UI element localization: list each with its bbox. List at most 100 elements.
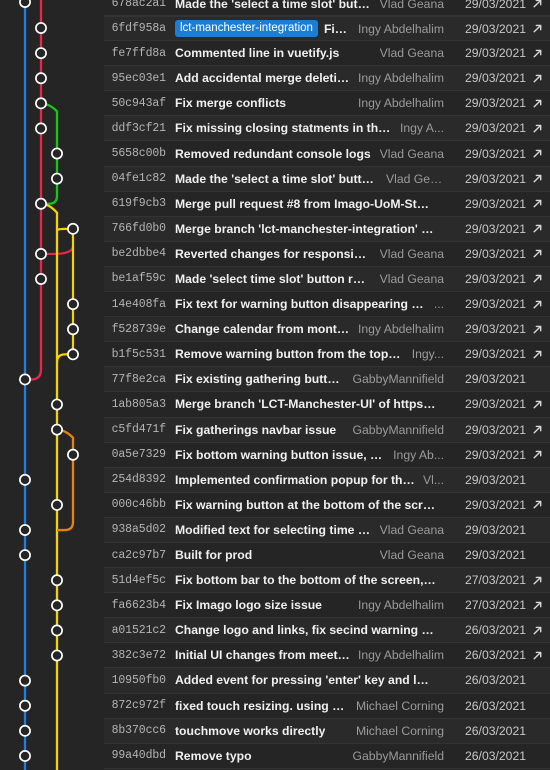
commit-hash: 14e408fa: [111, 297, 167, 311]
commit-row[interactable]: 0a5e7329 Fix bottom warning button issue,…: [0, 442, 550, 468]
commit-row[interactable]: 50c943af Fix merge conflicts Ingy Abdelhal…: [0, 91, 550, 117]
external-link-icon[interactable]: [530, 198, 544, 209]
commit-author: GabbyMannifield: [352, 372, 444, 387]
commit-date: 29/03/2021: [465, 246, 526, 261]
commit-message-wrap: Change logo and links, fix secind warnin…: [175, 623, 436, 637]
commit-message: Fix existing gathering button text: [175, 372, 345, 387]
commit-author: Ingy Abdelhalim: [357, 648, 444, 663]
commit-message: Change calendar from month to day: [175, 322, 350, 337]
commit-hash: 872c972f: [111, 699, 167, 713]
external-link-icon[interactable]: [530, 650, 544, 661]
commit-row[interactable]: 382c3e72 Initial UI changes from meeting I…: [0, 643, 550, 669]
commit-hash: fe7ffd8a: [111, 46, 167, 60]
commit-date: 29/03/2021: [465, 271, 526, 286]
external-link-icon[interactable]: [530, 148, 544, 159]
commit-message: Fix warning button at the bottom of the …: [175, 497, 436, 512]
commit-row[interactable]: 678ac2a1 Made the 'select a time slot' bu…: [0, 0, 550, 16]
commit-message: Fix gatherings navbar issue: [175, 422, 337, 437]
commit-message-wrap: Merge pull request #8 from Imago-UoM-Stu…: [175, 197, 436, 211]
external-link-icon[interactable]: [530, 98, 544, 109]
commit-row[interactable]: a01521c2 Change logo and links, fix secin…: [0, 618, 550, 644]
external-link-icon[interactable]: [530, 399, 544, 410]
external-link-icon[interactable]: [530, 499, 544, 510]
commit-row[interactable]: 872c972f fixed touch resizing. using paid…: [0, 693, 550, 719]
commit-message: Fix missing closing statments in the roo…: [175, 121, 392, 136]
external-link-icon[interactable]: [530, 223, 544, 234]
external-link-icon[interactable]: [530, 424, 544, 435]
commit-row[interactable]: ddf3cf21 Fix missing closing statments in…: [0, 116, 550, 142]
commit-author: Vlad Geana: [379, 271, 444, 286]
external-link-icon[interactable]: [530, 0, 544, 9]
commit-row[interactable]: 5658c00b Removed redundant console logs Vl…: [0, 141, 550, 167]
commit-row[interactable]: f528739e Change calendar from month to da…: [0, 317, 550, 343]
commit-hash: 04fe1c82: [111, 172, 167, 186]
commit-message-wrap: Remove warning button from the top of th…: [175, 347, 404, 361]
external-link-icon[interactable]: [530, 173, 544, 184]
external-link-icon[interactable]: [530, 349, 544, 360]
commit-date: 26/03/2021: [465, 748, 526, 763]
commit-author: Vlad Geana: [379, 522, 444, 537]
commit-message: Added event for pressing 'enter' key and…: [175, 673, 436, 688]
external-link-icon[interactable]: [530, 449, 544, 460]
external-link-icon[interactable]: [530, 73, 544, 84]
commit-row[interactable]: 99a40dbd Remove typo GabbyMannifield 26/03/…: [0, 743, 550, 769]
external-link-icon[interactable]: [530, 123, 544, 134]
commit-list[interactable]: 6fdf958a lct-manchester-integration Fix me…: [0, 16, 550, 769]
commit-row[interactable]: fa6623b4 Fix Imago logo size issue Ingy Ab…: [0, 593, 550, 619]
commit-row[interactable]: 10950fb0 Added event for pressing 'enter'…: [0, 668, 550, 694]
commit-hash: be2dbbe4: [111, 247, 167, 261]
commit-message: fixed touch resizing. using paid redisGr…: [175, 698, 348, 713]
commit-date: 29/03/2021: [465, 121, 526, 136]
commit-date: 29/03/2021: [465, 347, 526, 362]
commit-row[interactable]: 8b370cc6 touchmove works directly Michael …: [0, 718, 550, 744]
commit-row[interactable]: 77f8e2ca Fix existing gathering button te…: [0, 367, 550, 393]
commit-row[interactable]: 04fe1c82 Made the 'select a time slot' bu…: [0, 166, 550, 192]
commit-row[interactable]: 000c46bb Fix warning button at the bottom…: [0, 492, 550, 518]
external-link-icon[interactable]: [530, 575, 544, 586]
commit-row[interactable]: be2dbbe4 Reverted changes for responsive …: [0, 241, 550, 267]
commit-author: Ingy Abdelhalim: [357, 598, 444, 613]
external-link-icon[interactable]: [530, 48, 544, 59]
commit-date: 29/03/2021: [465, 21, 526, 36]
commit-author: Ingy...: [411, 347, 444, 362]
commit-message-wrap: Fix existing gathering button text: [175, 372, 345, 386]
external-link-icon[interactable]: [530, 324, 544, 335]
commit-date: 29/03/2021: [465, 0, 526, 11]
external-link-icon[interactable]: [530, 625, 544, 636]
branch-tag[interactable]: lct-manchester-integration: [175, 19, 318, 38]
commit-row[interactable]: 6fdf958a lct-manchester-integration Fix me…: [0, 16, 550, 42]
commit-date: 29/03/2021: [465, 96, 526, 111]
external-link-icon[interactable]: [530, 299, 544, 310]
external-link-icon[interactable]: [530, 23, 544, 34]
commit-author: Ingy Abdelhalim: [357, 96, 444, 111]
commit-row[interactable]: c5fd471f Fix gatherings navbar issue Gabby…: [0, 417, 550, 443]
external-link-icon[interactable]: [530, 600, 544, 611]
commit-row[interactable]: 14e408fa Fix text for warning button disa…: [0, 292, 550, 318]
commit-author: Vl...: [423, 472, 444, 487]
commit-date: 29/03/2021: [465, 71, 526, 86]
commit-row[interactable]: be1af59c Made 'select time slot' button r…: [0, 266, 550, 293]
external-link-icon[interactable]: [530, 248, 544, 259]
commit-message-wrap: Built for prod: [175, 548, 372, 562]
commit-row[interactable]: 766fd0b0 Merge branch 'lct-manchester-int…: [0, 216, 550, 242]
commit-row[interactable]: b1f5c531 Remove warning button from the t…: [0, 342, 550, 368]
external-link-icon[interactable]: [530, 273, 544, 284]
commit-date: 29/03/2021: [465, 422, 526, 437]
commit-row[interactable]: 938a5d02 Modified text for selecting time…: [0, 517, 550, 543]
commit-message: Merge branch 'lct-manchester-integration…: [175, 221, 436, 236]
commit-row[interactable]: 1ab805a3 Merge branch 'LCT-Manchester-UI'…: [0, 392, 550, 418]
commit-message-wrap: Fix missing closing statments in the roo…: [175, 121, 392, 135]
commit-hash: a01521c2: [111, 623, 167, 637]
commit-row[interactable]: 619f9cb3 Merge pull request #8 from Imago…: [0, 191, 550, 217]
commit-date: 29/03/2021: [465, 221, 526, 236]
commit-row[interactable]: 51d4ef5c Fix bottom bar to the bottom of …: [0, 568, 550, 594]
commit-row[interactable]: fe7ffd8a Commented line in vuetify.js Vlad…: [0, 41, 550, 67]
commit-row[interactable]: ca2c97b7 Built for prod Vlad Geana 29/03/20…: [0, 542, 550, 569]
commit-row[interactable]: 254d8392 Implemented confirmation popup f…: [0, 467, 550, 493]
commit-hash: 678ac2a1: [111, 0, 167, 11]
commit-row[interactable]: 95ec03e1 Add accidental merge deletions In…: [0, 66, 550, 92]
commit-message-wrap: Fix text for warning button disappearing…: [175, 297, 426, 311]
commit-message-wrap: Fix Imago logo size issue: [175, 598, 350, 612]
commit-message: Fix bottom warning button issue, make it…: [175, 447, 385, 462]
commit-message: Made 'select time slot' button responsiv…: [175, 271, 372, 286]
